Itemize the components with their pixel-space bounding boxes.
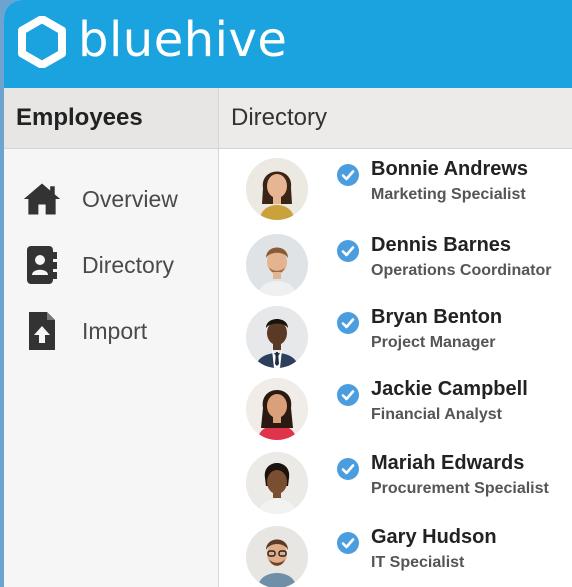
- avatar: [246, 234, 308, 296]
- employee-row[interactable]: Bryan Benton Project Manager: [219, 306, 572, 376]
- address-book-icon: [22, 245, 62, 285]
- bluehive-logo-icon: [18, 16, 66, 68]
- employee-name: Bonnie Andrews: [371, 158, 529, 180]
- employee-row[interactable]: Mariah Edwards Procurement Specialist: [219, 452, 572, 522]
- employee-row[interactable]: Gary Hudson IT Specialist: [219, 526, 572, 587]
- top-bar: bluehive: [4, 0, 572, 88]
- file-upload-icon: [22, 311, 62, 351]
- employee-row[interactable]: Dennis Barnes Operations Coordinator: [219, 234, 572, 304]
- employee-name: Mariah Edwards: [371, 452, 525, 474]
- sidebar-item-label: Import: [82, 317, 148, 344]
- employee-name: Gary Hudson: [371, 526, 497, 548]
- employee-role: Financial Analyst: [371, 406, 502, 423]
- directory-panel: Directory Bonnie Andrews Marketing Speci…: [219, 88, 572, 587]
- sidebar-item-label: Overview: [82, 185, 178, 212]
- employee-name: Dennis Barnes: [371, 234, 512, 256]
- avatar: [246, 526, 308, 587]
- verified-check-icon: [337, 240, 359, 262]
- employee-role: Procurement Specialist: [371, 480, 549, 497]
- avatar: [246, 306, 308, 368]
- employee-name: Jackie Campbell: [371, 378, 528, 400]
- sidebar-item-overview[interactable]: Overview: [4, 174, 218, 224]
- avatar: [246, 378, 308, 440]
- employee-name: Bryan Benton: [371, 306, 503, 328]
- home-icon: [22, 179, 62, 219]
- app-window: bluehive Employees Overview Directory Im…: [4, 0, 572, 587]
- avatar: [246, 158, 308, 220]
- sidebar-item-import[interactable]: Import: [4, 306, 218, 356]
- verified-check-icon: [337, 532, 359, 554]
- avatar: [246, 452, 308, 514]
- verified-check-icon: [337, 164, 359, 186]
- verified-check-icon: [337, 384, 359, 406]
- employee-role: Marketing Specialist: [371, 186, 526, 203]
- employee-role: IT Specialist: [371, 554, 465, 571]
- sidebar-title: Employees: [4, 88, 218, 149]
- employee-role: Project Manager: [371, 334, 496, 351]
- sidebar-item-label: Directory: [82, 251, 175, 278]
- sidebar-item-directory[interactable]: Directory: [4, 240, 218, 290]
- verified-check-icon: [337, 458, 359, 480]
- employee-role: Operations Coordinator: [371, 262, 552, 279]
- page-title: Directory: [219, 88, 572, 149]
- employee-row[interactable]: Jackie Campbell Financial Analyst: [219, 378, 572, 448]
- employee-row[interactable]: Bonnie Andrews Marketing Specialist: [219, 158, 572, 228]
- verified-check-icon: [337, 312, 359, 334]
- brand-name: bluehive: [78, 12, 288, 68]
- sidebar: Employees Overview Directory Import: [4, 88, 219, 587]
